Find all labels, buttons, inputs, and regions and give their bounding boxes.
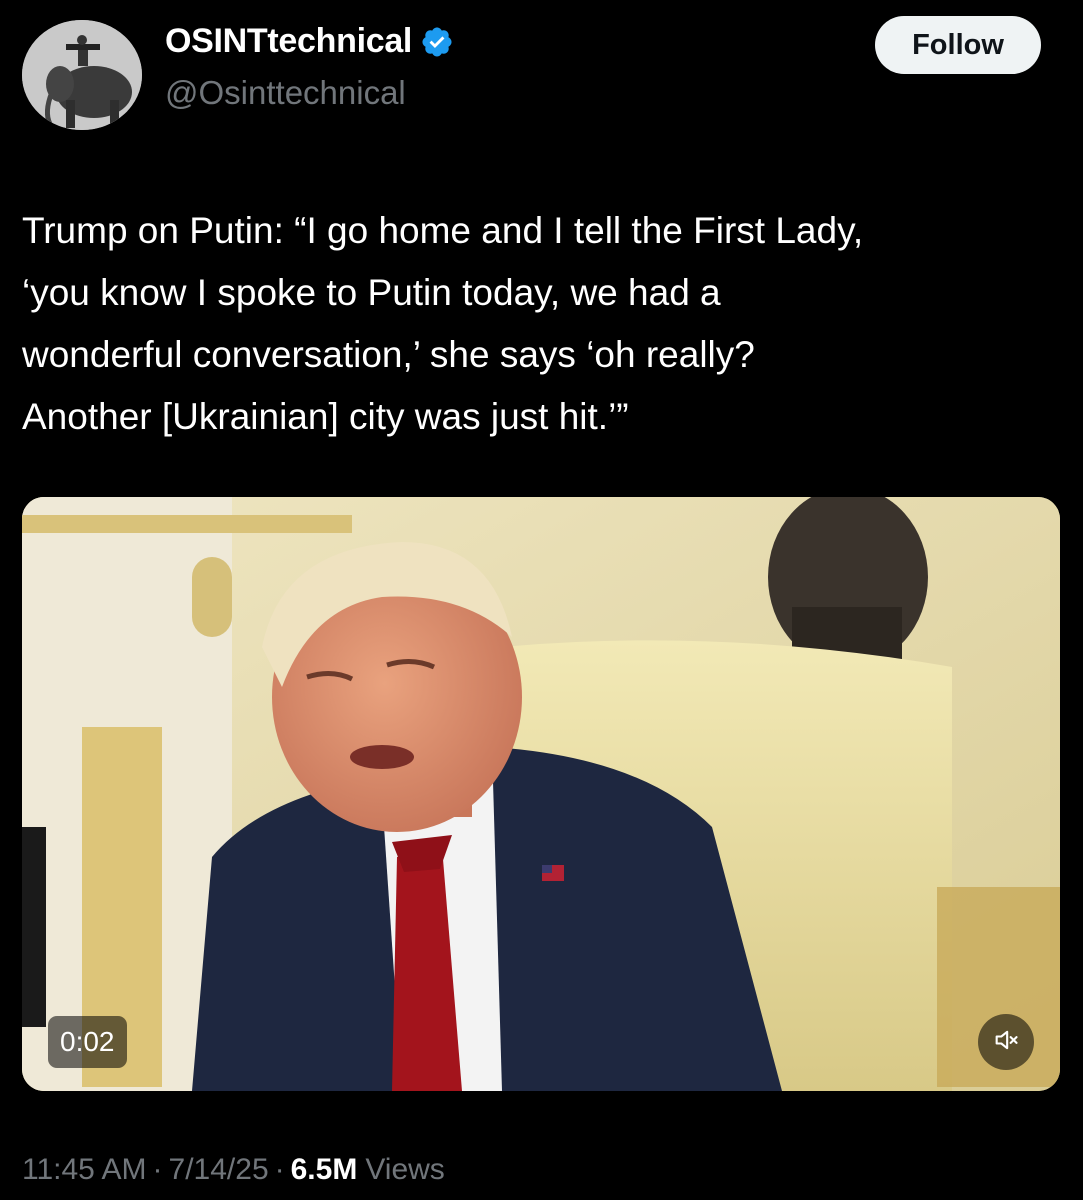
- verified-badge-icon: [420, 25, 454, 59]
- author-handle[interactable]: @Osinttechnical: [165, 74, 406, 112]
- author-name-row[interactable]: OSINTtechnical: [165, 22, 454, 61]
- views-count: 6.5M: [290, 1153, 358, 1186]
- meta-separator: ·: [274, 1153, 285, 1186]
- mute-button[interactable]: [978, 1014, 1034, 1070]
- tweet-meta: 11:45 AM · 7/14/25 · 6.5M Views: [22, 1153, 445, 1187]
- views-label: Views: [365, 1153, 445, 1186]
- tweet-time[interactable]: 11:45 AM: [22, 1153, 147, 1187]
- video-frame: [22, 497, 1060, 1091]
- avatar-image: [22, 20, 142, 130]
- follow-button[interactable]: Follow: [875, 16, 1041, 74]
- tweet-date[interactable]: 7/14/25: [169, 1153, 269, 1187]
- video-player[interactable]: [22, 497, 1060, 1091]
- author-avatar[interactable]: [22, 20, 142, 130]
- author-display-name[interactable]: OSINTtechnical: [165, 22, 412, 61]
- tweet-text: Trump on Putin: “I go home and I tell th…: [22, 210, 864, 437]
- video-elapsed-time: 0:02: [48, 1016, 127, 1068]
- muted-speaker-icon: [992, 1026, 1020, 1059]
- meta-separator: ·: [152, 1153, 163, 1186]
